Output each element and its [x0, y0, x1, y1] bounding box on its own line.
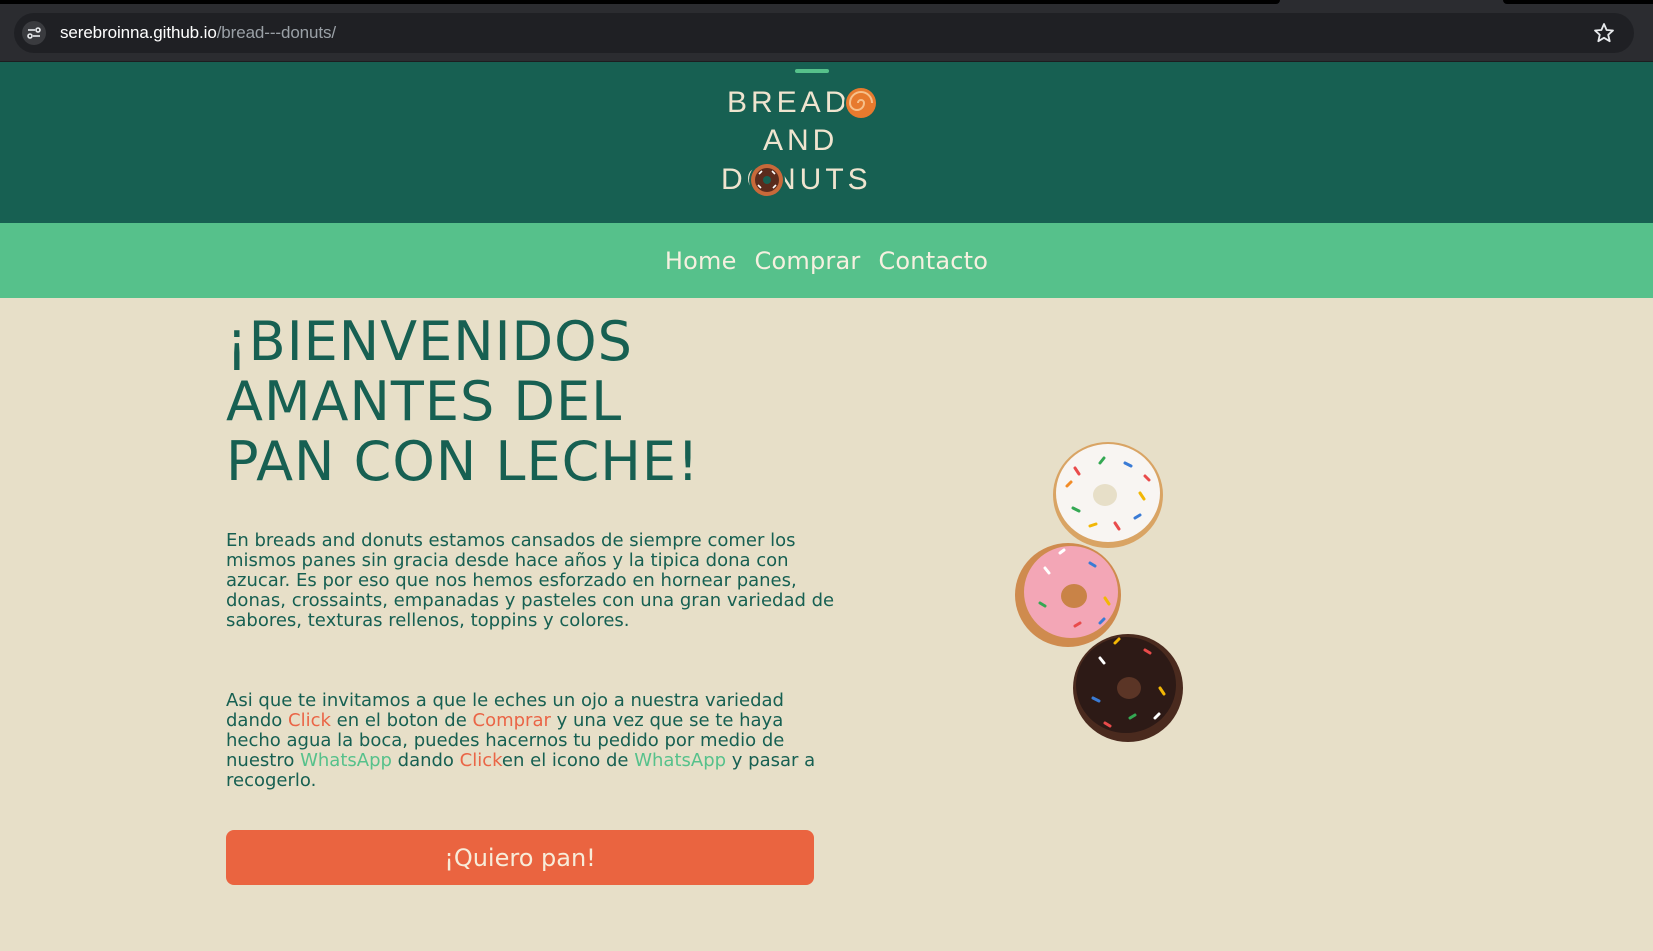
invite-text-2: en el boton de: [330, 710, 473, 731]
click-highlight: Click: [288, 710, 331, 731]
site-info-icon[interactable]: [22, 21, 46, 45]
nav-home[interactable]: Home: [665, 247, 737, 275]
comprar-highlight: Comprar: [472, 710, 551, 731]
nav-contacto[interactable]: Contacto: [878, 247, 988, 275]
nav-comprar[interactable]: Comprar: [755, 247, 861, 275]
quiero-pan-button[interactable]: ¡Quiero pan!: [226, 830, 814, 885]
chocolate-sprinkle-donut: [1073, 634, 1183, 742]
url-text[interactable]: serebroinna.github.io/bread---donuts/: [60, 23, 336, 43]
invite-text-5: en el icono de: [501, 750, 635, 771]
click-highlight-2: Click: [459, 750, 502, 771]
hero-title-line-1: ¡BIENVENIDOS: [226, 310, 633, 373]
bookmark-star-icon[interactable]: [1592, 21, 1616, 49]
logo-line-3: DONUTS: [721, 163, 872, 196]
whatsapp-highlight-2: WhatsApp: [634, 750, 727, 771]
address-bar[interactable]: serebroinna.github.io/bread---donuts/: [14, 13, 1634, 53]
main-nav: Home Comprar Contacto: [0, 223, 1653, 298]
tab-strip-left: [0, 0, 1280, 4]
intro-paragraph: En breads and donuts estamos cansados de…: [226, 530, 835, 631]
pink-sprinkle-donut: [1015, 543, 1121, 647]
hero-title-line-2: AMANTES DEL: [226, 370, 623, 433]
logo-line-2: AND: [763, 124, 838, 157]
url-host: serebroinna.github.io: [60, 23, 217, 42]
main-content: ¡BIENVENIDOS AMANTES DEL PAN CON LECHE! …: [0, 298, 1653, 951]
whatsapp-highlight: WhatsApp: [300, 750, 392, 771]
invite-text-4: dando: [391, 750, 460, 771]
logo-accent-bar: [795, 69, 829, 73]
hero-title: ¡BIENVENIDOS AMANTES DEL PAN CON LECHE!: [226, 312, 846, 492]
donuts-image: [1015, 442, 1183, 742]
tab-strip-right: [1503, 0, 1653, 4]
browser-toolbar: serebroinna.github.io/bread---donuts/: [0, 11, 1653, 62]
white-sprinkle-donut: [1053, 442, 1163, 548]
breads-and-donuts-logo[interactable]: BREADS AND DONUTS: [715, 67, 915, 217]
url-path: /bread---donuts/: [216, 23, 337, 42]
invite-paragraph: Asi que te invitamos a que le eches un o…: [226, 691, 836, 791]
browser-tab-strip: [0, 0, 1653, 11]
site-header: BREADS AND DONUTS: [0, 62, 1653, 223]
hero-title-line-3: PAN CON LECHE!: [226, 430, 700, 493]
